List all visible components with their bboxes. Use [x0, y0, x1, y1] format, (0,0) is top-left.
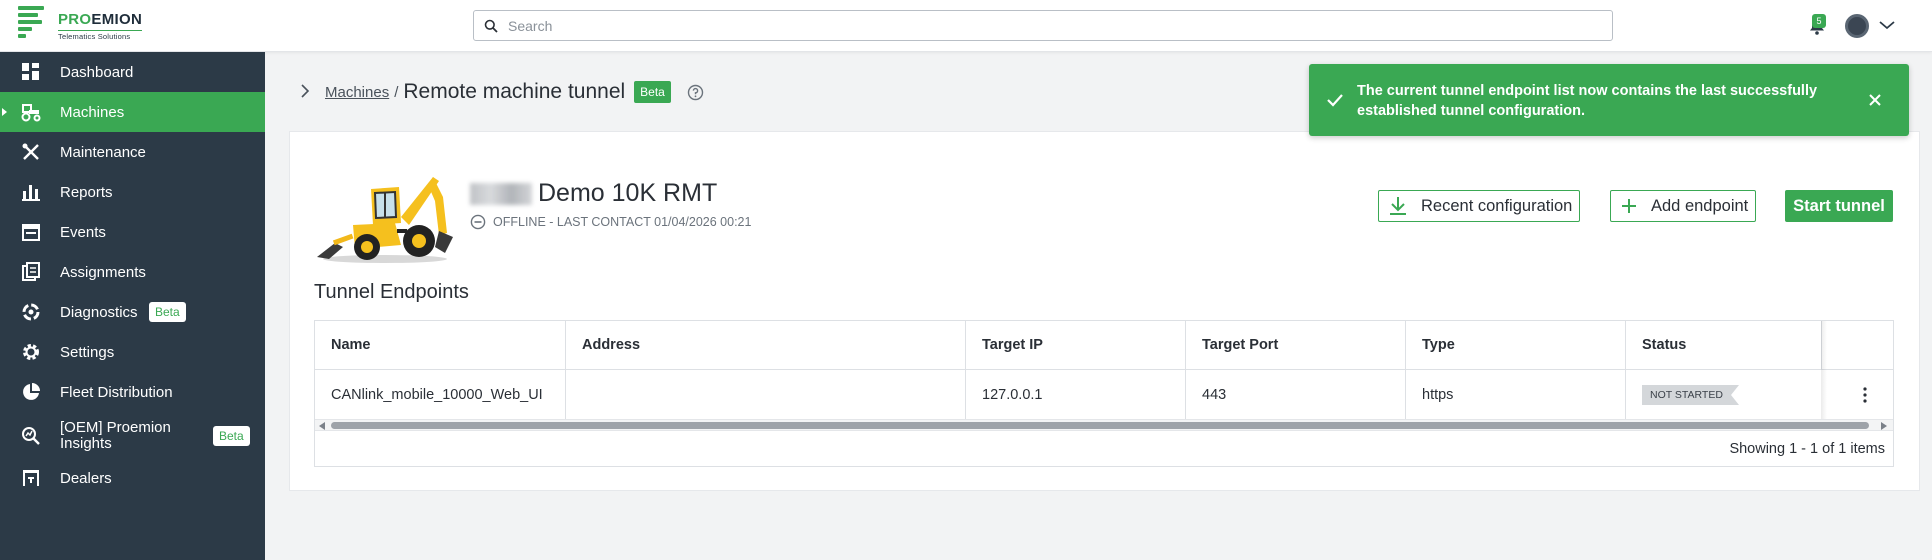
logo-mark-icon	[18, 6, 48, 42]
sidebar-item-label: Diagnostics	[60, 303, 138, 321]
sidebar-item-reports[interactable]: Reports	[0, 172, 265, 212]
column-header-target-ip[interactable]: Target IP	[966, 321, 1186, 370]
beta-badge: Beta	[634, 81, 671, 103]
tractor-icon	[20, 101, 42, 123]
column-header-type[interactable]: Type	[1406, 321, 1626, 370]
column-header-actions	[1821, 321, 1893, 370]
cell-target-port: 443	[1186, 370, 1406, 419]
sidebar-item-machines[interactable]: Machines	[0, 92, 265, 132]
breadcrumb: Machines / Remote machine tunnel Beta	[325, 80, 704, 104]
machine-name: Demo 10K RMT	[538, 179, 718, 207]
column-header-address[interactable]: Address	[566, 321, 966, 370]
sidebar-item-label: Fleet Distribution	[60, 383, 173, 401]
beta-badge: Beta	[213, 426, 250, 446]
page-title: Remote machine tunnel	[403, 80, 626, 103]
sidebar-item-label: Dealers	[60, 469, 112, 487]
sidebar-item-proemion-insights[interactable]: [OEM] Proemion Insights Beta	[0, 412, 265, 460]
horizontal-scrollbar[interactable]	[315, 419, 1893, 431]
sticky-column-shadow	[1821, 321, 1827, 419]
machine-status: OFFLINE - LAST CONTACT 01/04/2026 00:21	[470, 214, 751, 230]
column-header-name[interactable]: Name	[315, 321, 566, 370]
sidebar-item-diagnostics[interactable]: Diagnostics Beta	[0, 292, 265, 332]
beta-badge: Beta	[149, 302, 186, 322]
add-endpoint-button[interactable]: Add endpoint	[1610, 190, 1757, 222]
machine-status-text: OFFLINE - LAST CONTACT 01/04/2026 00:21	[493, 215, 752, 229]
sidebar-item-events[interactable]: Events	[0, 212, 265, 252]
bar-chart-icon	[20, 181, 42, 203]
cell-status: NOT STARTED	[1626, 370, 1821, 419]
scroll-right-arrow-icon[interactable]	[1881, 422, 1887, 430]
top-bar: PROEMION Telematics Solutions 5	[0, 0, 1932, 52]
sidebar-item-label: Assignments	[60, 263, 146, 281]
assignment-icon	[20, 261, 42, 283]
search-box[interactable]	[473, 10, 1613, 41]
redacted-prefix	[470, 183, 532, 205]
help-icon[interactable]	[687, 84, 704, 101]
calendar-icon	[20, 221, 42, 243]
machine-card: Demo 10K RMT OFFLINE - LAST CONTACT 01/0…	[289, 131, 1920, 491]
checkmark-icon	[1327, 94, 1343, 107]
logo-name: PROEMION	[58, 11, 143, 28]
scrollbar-thumb[interactable]	[331, 422, 1869, 429]
pager-info: Showing 1 - 1 of 1 items	[1729, 441, 1885, 457]
search-input[interactable]	[508, 17, 1588, 34]
pie-chart-icon	[20, 381, 42, 403]
status-badge: NOT STARTED	[1642, 384, 1739, 405]
tunnel-endpoints-table: Name Address Target IP Target Port Type …	[314, 320, 1894, 467]
offline-icon	[470, 214, 486, 230]
sidebar-item-settings[interactable]: Settings	[0, 332, 265, 372]
toast-message: The current tunnel endpoint list now con…	[1357, 83, 1818, 119]
breadcrumb-separator: /	[394, 83, 399, 101]
row-actions-menu-icon[interactable]	[1837, 370, 1893, 419]
add-endpoint-label: Add endpoint	[1651, 196, 1749, 215]
cell-target-ip: 127.0.0.1	[966, 370, 1186, 419]
diagnostics-icon	[20, 301, 42, 323]
sidebar-item-label: Machines	[60, 103, 125, 121]
close-icon[interactable]	[1865, 90, 1885, 110]
cell-address	[566, 370, 966, 419]
tunnel-endpoints-title: Tunnel Endpoints	[314, 281, 469, 303]
chevron-down-icon[interactable]	[1878, 18, 1896, 32]
sidebar-item-assignments[interactable]: Assignments	[0, 252, 265, 292]
notification-count-badge: 5	[1812, 14, 1826, 28]
plus-icon	[1622, 199, 1636, 213]
download-icon	[1390, 197, 1406, 215]
backhoe-loader-image	[317, 177, 453, 263]
recent-configuration-button[interactable]: Recent configuration	[1378, 190, 1581, 222]
sidebar-item-label: Dashboard	[60, 63, 134, 81]
start-tunnel-button[interactable]: Start tunnel	[1785, 190, 1893, 222]
breadcrumb-machines-link[interactable]: Machines	[325, 84, 389, 101]
scroll-left-arrow-icon[interactable]	[319, 422, 325, 430]
sidebar-item-dealers[interactable]: Dealers	[0, 458, 265, 498]
recent-configuration-label: Recent configuration	[1421, 196, 1573, 215]
column-header-status[interactable]: Status	[1626, 321, 1821, 370]
tools-icon	[20, 141, 42, 163]
search-icon	[484, 19, 498, 33]
dealers-icon	[20, 467, 42, 489]
logo-tagline: Telematics Solutions	[58, 30, 143, 41]
insights-icon	[20, 425, 42, 447]
proemion-logo[interactable]: PROEMION Telematics Solutions	[18, 6, 143, 46]
active-indicator-icon	[2, 108, 7, 116]
sidebar-item-label: Events	[60, 223, 106, 241]
dashboard-icon	[20, 61, 42, 83]
sidebar-item-label: [OEM] Proemion Insights	[60, 419, 171, 452]
chevron-right-icon[interactable]	[300, 84, 310, 98]
cell-name: CANlink_mobile_10000_Web_UI	[315, 370, 566, 419]
sidebar-item-fleet-distribution[interactable]: Fleet Distribution	[0, 372, 265, 412]
gear-icon	[20, 341, 42, 363]
user-avatar[interactable]	[1845, 14, 1869, 38]
cell-type: https	[1406, 370, 1626, 419]
column-header-target-port[interactable]: Target Port	[1186, 321, 1406, 370]
sidebar-item-label: Settings	[60, 343, 115, 361]
sidebar: Dashboard Machines Maintenance Reports E…	[0, 52, 265, 560]
sidebar-item-label: Reports	[60, 183, 113, 201]
sidebar-item-dashboard[interactable]: Dashboard	[0, 52, 265, 92]
sidebar-item-label: Maintenance	[60, 143, 146, 161]
sidebar-item-maintenance[interactable]: Maintenance	[0, 132, 265, 172]
success-toast: The current tunnel endpoint list now con…	[1309, 64, 1909, 136]
